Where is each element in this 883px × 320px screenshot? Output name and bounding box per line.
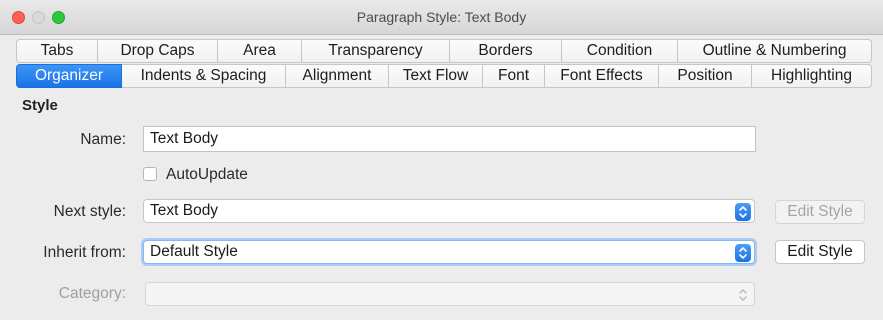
tab-tabs[interactable]: Tabs <box>16 39 98 63</box>
tab-position[interactable]: Position <box>659 64 752 88</box>
autoupdate-checkbox[interactable] <box>143 167 157 181</box>
tab-highlighting[interactable]: Highlighting <box>752 64 872 88</box>
name-label: Name: <box>80 131 126 148</box>
category-select[interactable] <box>145 282 755 306</box>
tab-condition[interactable]: Condition <box>562 39 678 63</box>
chevron-up-down-icon <box>735 286 751 304</box>
tab-row-1: Tabs Drop Caps Area Transparency Borders… <box>16 39 872 63</box>
edit-next-style-button[interactable]: Edit Style <box>775 200 865 224</box>
name-input[interactable]: Text Body <box>143 126 756 152</box>
edit-parent-style-button[interactable]: Edit Style <box>775 240 865 264</box>
tab-font-effects[interactable]: Font Effects <box>545 64 659 88</box>
tab-area[interactable]: Area <box>218 39 302 63</box>
title-bar: Paragraph Style: Text Body <box>0 0 883 35</box>
tab-font[interactable]: Font <box>483 64 545 88</box>
tab-row-2: Organizer Indents & Spacing Alignment Te… <box>16 64 872 88</box>
tab-alignment[interactable]: Alignment <box>286 64 389 88</box>
dialog-window: Paragraph Style: Text Body Tabs Drop Cap… <box>0 0 883 320</box>
category-label: Category: <box>58 285 126 302</box>
next-style-label: Next style: <box>53 203 126 220</box>
autoupdate-label: AutoUpdate <box>166 166 248 183</box>
tab-outline-numbering[interactable]: Outline & Numbering <box>678 39 872 63</box>
tab-text-flow[interactable]: Text Flow <box>389 64 483 88</box>
tab-organizer[interactable]: Organizer <box>16 64 122 88</box>
inherit-from-value: Default Style <box>150 243 238 260</box>
chevron-up-down-icon <box>735 203 751 221</box>
window-title: Paragraph Style: Text Body <box>356 9 527 25</box>
tab-transparency[interactable]: Transparency <box>302 39 450 63</box>
tab-borders[interactable]: Borders <box>450 39 562 63</box>
section-title: Style <box>22 97 58 114</box>
inherit-from-label: Inherit from: <box>43 244 126 261</box>
next-style-value: Text Body <box>150 202 219 219</box>
tab-indents-spacing[interactable]: Indents & Spacing <box>122 64 286 88</box>
inherit-from-select[interactable]: Default Style <box>143 240 755 264</box>
next-style-select[interactable]: Text Body <box>143 199 755 223</box>
chevron-up-down-icon <box>735 244 751 262</box>
tab-drop-caps[interactable]: Drop Caps <box>98 39 218 63</box>
